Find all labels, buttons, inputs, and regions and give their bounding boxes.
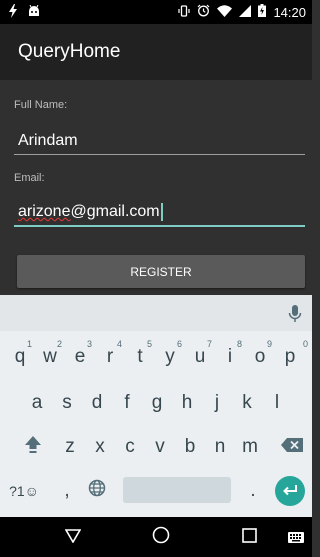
home-button[interactable] [143, 517, 179, 557]
key-l[interactable]: l [262, 381, 292, 425]
registration-form: Full Name: Arindam Email: arizone @gmail.… [0, 80, 312, 295]
email-domain-part: @gmail.com [70, 203, 160, 220]
suggestion-strip [0, 295, 312, 331]
key-label: e [74, 346, 86, 367]
backspace-key[interactable] [276, 425, 308, 469]
back-button[interactable] [55, 517, 91, 557]
soft-keyboard: 1q 2w 3e 4r 5t 6y 7u 8i 9o 0p a s d f g … [0, 295, 312, 517]
key-x[interactable]: x [85, 425, 115, 469]
key-k[interactable]: k [232, 381, 262, 425]
app-bar: QueryHome [0, 24, 312, 80]
comma-key[interactable]: , [52, 469, 82, 513]
key-r[interactable]: 4r [95, 335, 125, 379]
key-d[interactable]: d [82, 381, 112, 425]
globe-icon [88, 479, 106, 503]
key-n[interactable]: n [205, 425, 235, 469]
key-hint: 6 [176, 339, 182, 349]
app-title: QueryHome [18, 41, 121, 62]
space-key[interactable] [123, 477, 231, 503]
key-z[interactable]: z [55, 425, 85, 469]
key-label: u [194, 346, 206, 367]
text-cursor [160, 203, 163, 221]
key-e[interactable]: 3e [65, 335, 95, 379]
key-y[interactable]: 6y [155, 335, 185, 379]
keyboard-row-1: 1q 2w 3e 4r 5t 6y 7u 8i 9o 0p [0, 335, 312, 379]
shift-key[interactable] [17, 425, 49, 469]
microphone-icon[interactable] [288, 304, 302, 324]
key-v[interactable]: v [145, 425, 175, 469]
key-w[interactable]: 2w [35, 335, 65, 379]
alarm-icon [197, 4, 210, 20]
key-label: r [106, 346, 114, 367]
key-q[interactable]: 1q [5, 335, 35, 379]
key-p[interactable]: 0p [275, 335, 308, 379]
vibrate-icon [178, 4, 191, 20]
keyboard-switch-button[interactable] [283, 517, 309, 557]
key-b[interactable]: b [175, 425, 205, 469]
email-misspelled-part: arizone [18, 203, 71, 220]
keyboard-row-4: ?1☺ , . [0, 469, 312, 513]
enter-key[interactable] [275, 476, 305, 506]
recents-square-icon [241, 527, 257, 547]
key-j[interactable]: j [202, 381, 232, 425]
key-label: t [137, 346, 143, 367]
key-c[interactable]: c [115, 425, 145, 469]
enter-icon [282, 482, 298, 501]
full-name-label: Full Name: [14, 99, 68, 111]
keyboard-row-2: a s d f g h j k l [0, 381, 312, 425]
keyboard-icon [288, 528, 304, 547]
back-triangle-icon [64, 528, 82, 547]
status-bar: 14:20 [0, 0, 312, 24]
period-key[interactable]: . [238, 469, 268, 513]
android-debug-icon [28, 4, 40, 20]
key-hint: 5 [146, 339, 152, 349]
language-key[interactable] [82, 469, 112, 513]
key-a[interactable]: a [22, 381, 52, 425]
key-u[interactable]: 7u [185, 335, 215, 379]
key-hint: 2 [56, 339, 62, 349]
key-i[interactable]: 8i [215, 335, 245, 379]
email-input[interactable]: arizone @gmail.com [14, 199, 305, 227]
key-hint: 4 [116, 339, 122, 349]
keyboard-row-3: z x c v b n m [0, 425, 312, 469]
key-hint: 7 [206, 339, 212, 349]
wifi-icon [217, 4, 233, 20]
key-label: i [227, 346, 233, 367]
home-circle-icon [152, 526, 170, 548]
key-m[interactable]: m [235, 425, 265, 469]
register-button[interactable]: REGISTER [17, 255, 305, 288]
key-o[interactable]: 9o [245, 335, 275, 379]
navigation-bar [0, 517, 312, 557]
key-g[interactable]: g [142, 381, 172, 425]
key-hint: 9 [266, 339, 272, 349]
key-s[interactable]: s [52, 381, 82, 425]
full-name-input[interactable]: Arindam [14, 127, 305, 155]
key-h[interactable]: h [172, 381, 202, 425]
key-label: y [165, 346, 175, 367]
status-time: 14:20 [273, 4, 306, 20]
key-label: o [254, 346, 266, 367]
key-f[interactable]: f [112, 381, 142, 425]
key-label: w [43, 346, 57, 367]
key-hint: 8 [236, 339, 242, 349]
flash-icon [8, 3, 18, 21]
key-label: q [14, 346, 26, 367]
shift-icon [24, 434, 42, 460]
key-label: p [284, 346, 296, 367]
key-hint: 1 [26, 339, 32, 349]
symbols-key[interactable]: ?1☺ [4, 469, 44, 513]
battery-charging-icon [258, 4, 267, 20]
email-label: Email: [14, 172, 45, 184]
full-name-value: Arindam [18, 131, 78, 149]
key-t[interactable]: 5t [125, 335, 155, 379]
backspace-icon [281, 436, 303, 458]
cell-signal-icon [239, 4, 252, 20]
key-hint: 3 [86, 339, 92, 349]
recents-button[interactable] [231, 517, 267, 557]
key-hint: 0 [302, 339, 308, 349]
